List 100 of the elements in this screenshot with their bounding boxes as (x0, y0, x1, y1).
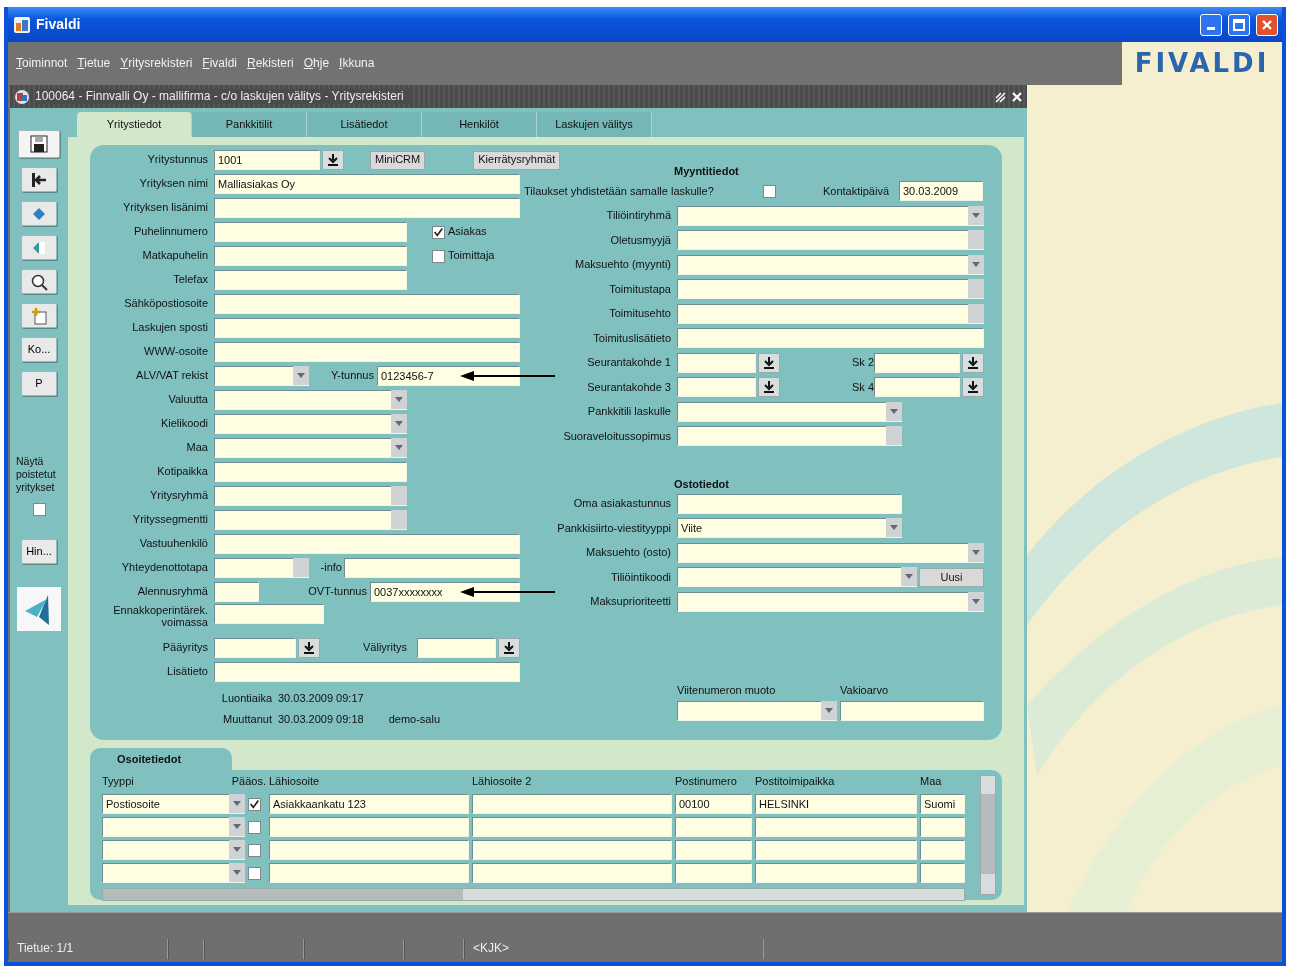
dropdown-button[interactable] (229, 863, 245, 883)
table-cell-field[interactable] (269, 817, 469, 837)
table-cell-field[interactable] (755, 863, 917, 883)
close-icon[interactable] (1011, 90, 1023, 103)
dropdown-button[interactable] (886, 401, 902, 422)
text-field[interactable] (214, 604, 324, 624)
section-tab[interactable]: Osoitetiedot (90, 748, 232, 770)
list-field[interactable] (677, 230, 968, 251)
table-cell-field[interactable] (675, 840, 752, 860)
list-button[interactable] (758, 352, 780, 373)
text-field[interactable] (214, 318, 520, 338)
text-field[interactable] (214, 342, 520, 362)
toolbar-button[interactable]: P (21, 371, 57, 396)
toolbar-button[interactable] (21, 269, 57, 294)
dropdown-field[interactable] (214, 390, 391, 410)
menu-item[interactable]: Toiminnot (16, 56, 68, 71)
dropdown-field[interactable] (677, 542, 968, 563)
form-button[interactable]: Uusi (919, 567, 984, 587)
text-field[interactable] (214, 638, 296, 658)
list-field[interactable] (677, 426, 886, 447)
dropdown-field[interactable] (102, 817, 229, 837)
dropdown-field[interactable] (677, 254, 968, 275)
table-cell-field[interactable] (269, 863, 469, 883)
text-field[interactable] (214, 294, 520, 314)
table-cell-field[interactable] (472, 817, 672, 837)
checkbox[interactable] (763, 184, 776, 198)
tab[interactable]: Lisätiedot (307, 112, 422, 137)
table-cell-field[interactable] (920, 840, 965, 860)
text-field[interactable] (417, 638, 496, 658)
text-field[interactable]: Malliasiakas Oy (214, 174, 520, 194)
list-button[interactable] (498, 638, 520, 658)
dropdown-button[interactable] (968, 205, 984, 226)
tab[interactable]: Pankkitilit (192, 112, 307, 137)
table-cell-field[interactable] (920, 817, 965, 837)
text-field[interactable] (677, 377, 756, 398)
dropdown-field[interactable] (214, 414, 391, 434)
dropdown-field[interactable] (102, 863, 229, 883)
checkbox[interactable] (248, 866, 261, 880)
table-cell-field[interactable] (675, 863, 752, 883)
text-field[interactable]: 0123456-7 (377, 366, 520, 386)
scrollbar-thumb[interactable] (981, 794, 995, 874)
list-field[interactable] (677, 303, 968, 324)
checkbox[interactable] (432, 225, 445, 239)
text-field[interactable] (214, 662, 520, 682)
table-cell-field[interactable] (472, 840, 672, 860)
dropdown-field[interactable]: Postiosoite (102, 794, 229, 814)
text-field[interactable] (874, 377, 960, 398)
toolbar-button[interactable] (18, 130, 60, 158)
tab[interactable]: Henkilöt (422, 112, 537, 137)
horizontal-scrollbar[interactable] (102, 888, 965, 901)
dropdown-button[interactable] (968, 254, 984, 275)
list-field[interactable] (214, 510, 391, 530)
checkbox[interactable] (248, 797, 261, 811)
vertical-scrollbar[interactable] (980, 775, 996, 895)
list-field[interactable] (677, 279, 968, 300)
dropdown-field[interactable] (677, 401, 886, 422)
table-cell-field[interactable] (920, 863, 965, 883)
dropdown-field[interactable] (677, 205, 968, 226)
text-field[interactable] (214, 222, 407, 242)
minimize-button[interactable] (1200, 13, 1222, 36)
table-cell-field[interactable] (472, 794, 672, 814)
table-cell-field[interactable]: 00100 (675, 794, 752, 814)
text-field[interactable] (677, 493, 902, 514)
text-field[interactable] (214, 534, 520, 554)
list-button[interactable] (962, 377, 984, 398)
close-button[interactable] (1256, 13, 1278, 36)
list-button[interactable] (758, 377, 780, 398)
table-cell-field[interactable]: Asiakkaankatu 123 (269, 794, 469, 814)
menu-item[interactable]: Ikkuna (339, 56, 375, 71)
text-field[interactable] (344, 558, 520, 578)
menu-item[interactable]: Fivaldi (202, 56, 237, 71)
text-field[interactable]: 1001 (214, 150, 320, 170)
table-cell-field[interactable] (755, 817, 917, 837)
list-button[interactable] (962, 352, 984, 373)
dropdown-field[interactable] (214, 438, 391, 458)
text-field[interactable] (214, 198, 520, 218)
table-cell-field[interactable] (269, 840, 469, 860)
dropdown-button[interactable] (293, 366, 309, 386)
text-field[interactable] (214, 246, 407, 266)
dropdown-field[interactable]: Viite (677, 518, 886, 539)
table-cell-field[interactable]: HELSINKI (755, 794, 917, 814)
table-cell-field[interactable]: Suomi (920, 794, 965, 814)
checkbox[interactable] (432, 249, 445, 263)
dropdown-field[interactable] (102, 840, 229, 860)
table-cell-field[interactable] (755, 840, 917, 860)
dropdown-button[interactable] (391, 390, 407, 410)
dropdown-button[interactable] (968, 591, 984, 612)
maximize-button[interactable] (1228, 13, 1250, 36)
text-field[interactable] (677, 352, 756, 373)
dropdown-button[interactable] (391, 414, 407, 434)
list-field[interactable] (214, 558, 293, 578)
dropdown-button[interactable] (821, 701, 837, 721)
dropdown-button[interactable] (901, 567, 917, 588)
scrollbar-thumb[interactable] (103, 889, 463, 900)
list-field[interactable] (214, 486, 391, 506)
toolbar-button[interactable]: Hin... (21, 539, 57, 565)
dropdown-button[interactable] (229, 817, 245, 837)
dropdown-field[interactable] (677, 591, 968, 612)
list-button[interactable] (322, 150, 344, 170)
toolbar-button[interactable]: Ko... (21, 337, 57, 362)
